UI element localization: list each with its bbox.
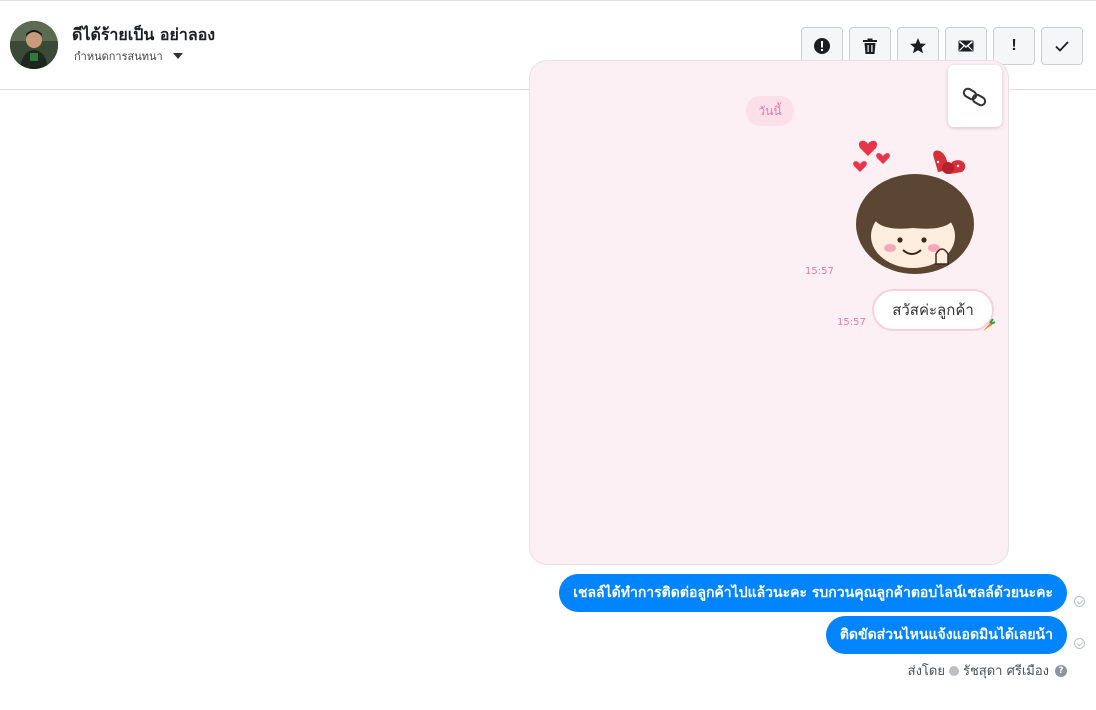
envelope-icon <box>958 40 974 52</box>
assign-label: กำหนดการสนทนา <box>74 50 163 63</box>
date-divider: วันนี้ <box>746 96 794 126</box>
shared-screenshot-image[interactable]: วันนี้ 15:57 15:57 สวัสค่ะลูกค้า <box>529 60 1009 565</box>
assign-conversation-dropdown[interactable]: กำหนดการสนทนา <box>74 47 183 65</box>
checkmark-icon <box>1055 41 1069 52</box>
avatar-image <box>10 21 58 69</box>
exclamation-icon: ! <box>1011 37 1017 54</box>
star-icon <box>910 38 926 54</box>
sticker-timestamp: 15:57 <box>805 266 834 277</box>
outgoing-message[interactable]: เชลล์ได้ทำการติดต่อลูกค้าไปแล้วนะคะ รบกว… <box>559 574 1067 612</box>
sender-name: รัชสุดา ศรีเมือง <box>962 664 1049 679</box>
line-chat-bubble: สวัสค่ะลูกค้า <box>872 289 994 331</box>
verified-icon <box>948 665 959 676</box>
help-icon[interactable]: ? <box>1055 664 1067 677</box>
avatar[interactable] <box>10 21 58 69</box>
mark-done-button[interactable] <box>1041 27 1083 65</box>
contact-name: ดีได้ร้ายเป็น อย่าลอง <box>72 25 216 44</box>
link-badge <box>948 65 1002 127</box>
follow-up-button[interactable]: ! <box>993 27 1035 65</box>
outgoing-message[interactable]: ติดขัดส่วนไหนแจ้งแอดมินได้เลยน้า <box>825 616 1067 654</box>
sent-by-info: ส่งโดย รัชสุดา ศรีเมือง ? <box>908 660 1067 681</box>
trash-icon <box>863 38 877 54</box>
caret-down-icon <box>172 53 183 59</box>
alert-circle-icon <box>814 38 830 54</box>
sent-by-label: ส่งโดย <box>907 664 945 679</box>
carrot-icon <box>983 318 996 331</box>
message-timestamp: 15:57 <box>837 317 866 328</box>
seen-check-icon <box>1074 596 1085 607</box>
link-icon <box>962 87 987 107</box>
girl-sticker-icon <box>853 140 974 274</box>
seen-check-icon <box>1074 638 1085 649</box>
